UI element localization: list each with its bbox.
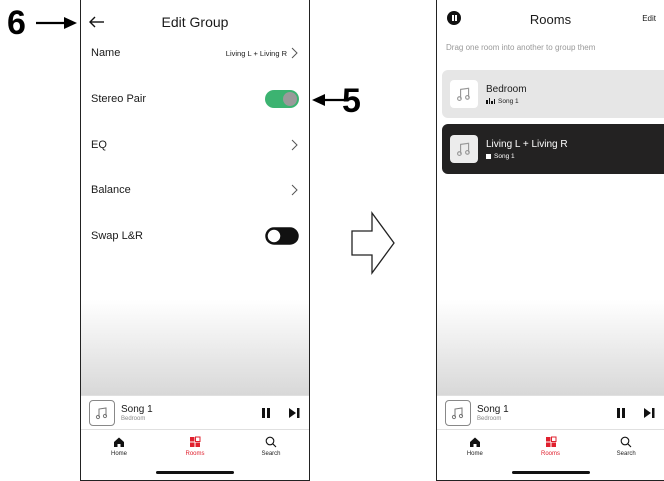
tab-bar: Home Rooms Search <box>81 429 309 463</box>
room-card-living-group[interactable]: Living L + Living R Song 1 <box>442 124 664 174</box>
row-swap-lr: Swap L&R <box>81 221 309 251</box>
tab-rooms[interactable]: Rooms <box>157 430 233 463</box>
callout-6: 6 <box>7 4 26 42</box>
edit-group-screen: Edit Group Name Living L + Living R Ster… <box>80 0 310 481</box>
edit-button[interactable]: Edit <box>642 14 656 23</box>
now-playing-title: Song 1 <box>121 403 153 415</box>
rooms-icon <box>545 436 556 447</box>
tab-home-label: Home <box>466 451 483 457</box>
album-art-icon <box>450 135 478 163</box>
pause-icon[interactable] <box>614 406 628 420</box>
home-icon <box>469 437 480 447</box>
album-art-icon <box>445 399 471 426</box>
rooms-header: Rooms Edit <box>437 0 664 40</box>
now-playing-bar[interactable]: Song 1 Bedroom <box>81 395 309 429</box>
room-name: Bedroom <box>486 83 527 95</box>
row-balance-label: Balance <box>91 184 131 196</box>
tab-rooms-label: Rooms <box>541 451 561 457</box>
now-playing-room: Bedroom <box>477 415 502 422</box>
tab-search-label: Search <box>261 451 281 457</box>
room-card-bedroom[interactable]: Bedroom Song 1 <box>442 70 664 118</box>
content-fade <box>437 300 664 395</box>
pause-icon[interactable] <box>259 406 273 420</box>
group-name-value: Living L + Living R <box>225 48 287 58</box>
tab-home[interactable]: Home <box>81 430 157 463</box>
search-icon <box>265 436 277 448</box>
tab-rooms-label: Rooms <box>185 451 205 457</box>
callout-arrow-6 <box>36 17 77 29</box>
playing-bars-icon <box>486 98 495 104</box>
swap-lr-toggle[interactable] <box>265 227 299 245</box>
row-eq-label: EQ <box>91 139 107 151</box>
search-icon <box>620 436 632 448</box>
skip-next-icon[interactable] <box>642 406 656 420</box>
toggle-knob <box>283 92 297 106</box>
page-title: Rooms <box>529 12 572 27</box>
stopped-icon <box>486 153 491 159</box>
tab-home[interactable]: Home <box>437 430 513 463</box>
row-name-label: Name <box>91 47 121 59</box>
tab-search[interactable]: Search <box>588 430 664 463</box>
room-song: Song 1 <box>498 97 519 105</box>
now-playing-title: Song 1 <box>477 403 509 415</box>
album-art-icon <box>89 399 115 426</box>
chevron-right-icon <box>291 139 298 151</box>
tab-search[interactable]: Search <box>233 430 309 463</box>
room-name: Living L + Living R <box>486 138 568 150</box>
now-playing-bar[interactable]: Song 1 Bedroom <box>437 395 664 429</box>
row-swap-lr-label: Swap L&R <box>91 230 143 242</box>
row-stereo-pair: Stereo Pair <box>81 84 309 114</box>
row-name[interactable]: Name Living L + Living R <box>81 38 309 68</box>
page-title: Edit Group <box>161 14 229 30</box>
skip-next-icon[interactable] <box>287 406 301 420</box>
row-eq[interactable]: EQ <box>81 130 309 160</box>
rooms-icon <box>190 436 201 447</box>
home-indicator <box>511 471 590 474</box>
room-song: Song 1 <box>494 152 515 160</box>
callout-5: 5 <box>342 82 361 120</box>
rooms-screen: Rooms Edit Drag one room into another to… <box>436 0 664 481</box>
content-fade <box>81 300 309 395</box>
row-balance[interactable]: Balance <box>81 175 309 205</box>
transition-arrow-icon <box>351 211 395 275</box>
tab-rooms[interactable]: Rooms <box>513 430 589 463</box>
chevron-right-icon <box>291 184 298 196</box>
chevron-right-icon <box>291 47 298 59</box>
now-playing-room: Bedroom <box>121 415 146 422</box>
drag-hint: Drag one room into another to group them <box>446 43 596 52</box>
album-art-icon <box>450 80 478 108</box>
home-icon <box>114 437 124 447</box>
tab-home-label: Home <box>110 451 127 457</box>
row-stereo-pair-label: Stereo Pair <box>91 93 147 105</box>
tab-bar: Home Rooms Search <box>437 429 664 463</box>
tab-search-label: Search <box>616 451 636 457</box>
home-indicator <box>156 471 234 474</box>
stereo-pair-toggle[interactable] <box>265 90 299 108</box>
